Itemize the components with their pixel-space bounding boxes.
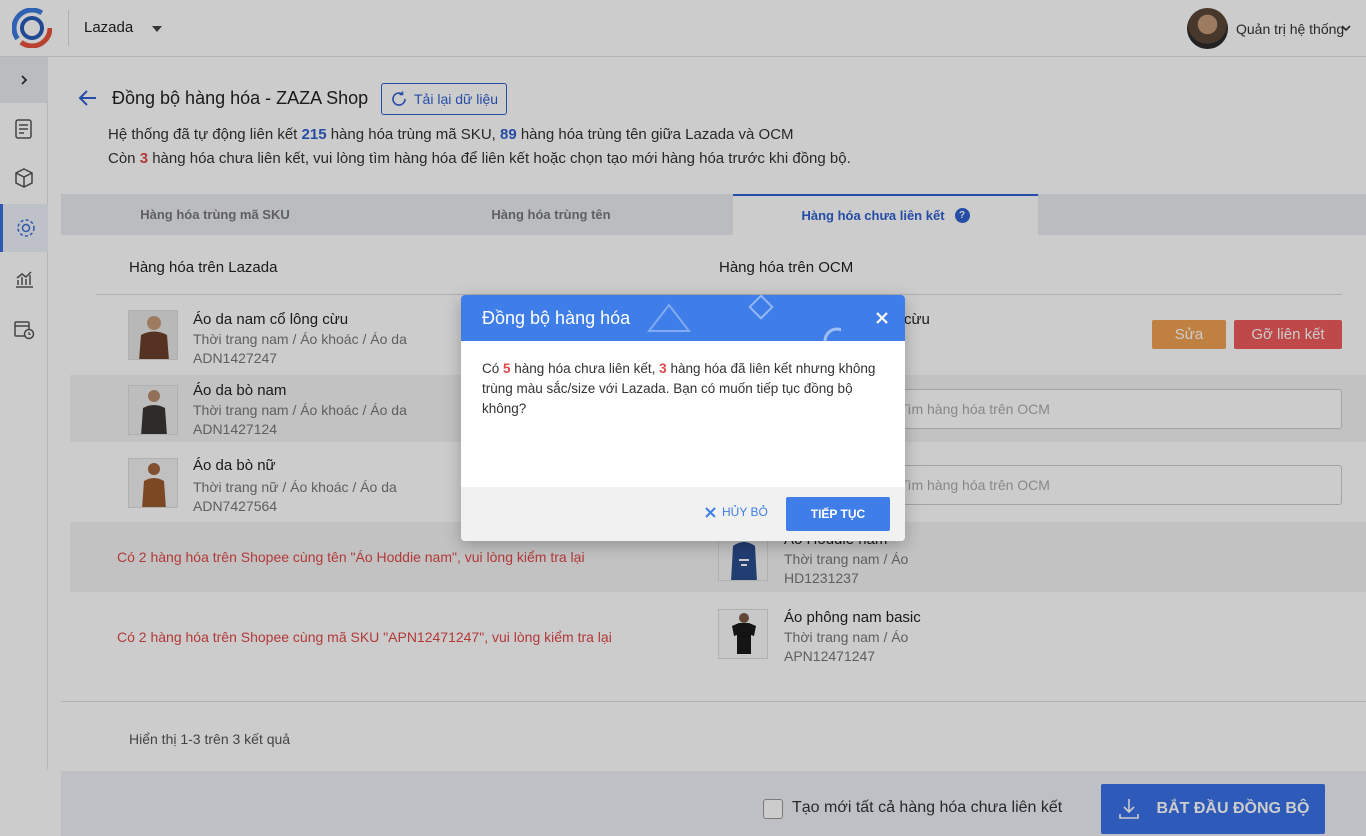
message-prefix: Có (482, 361, 504, 376)
close-icon (705, 506, 716, 518)
sync-confirm-dialog: Đồng bộ hàng hóa Có 5 hàng hóa chưa liên… (461, 295, 905, 541)
message-mid: hàng hóa chưa liên kết, (510, 361, 660, 376)
dialog-title: Đồng bộ hàng hóa (482, 308, 631, 328)
mismatch-count: 3 (659, 361, 667, 376)
cancel-button[interactable]: HỦY BỎ (705, 505, 768, 519)
dialog-header: Đồng bộ hàng hóa (461, 295, 905, 341)
close-icon[interactable] (875, 311, 889, 325)
cancel-label: HỦY BỎ (722, 505, 768, 519)
continue-button[interactable]: TIẾP TỤC (786, 497, 890, 531)
dialog-message: Có 5 hàng hóa chưa liên kết, 3 hàng hóa … (482, 359, 882, 419)
decorative-shapes-icon (646, 295, 841, 341)
unlinked-count: 5 (503, 361, 511, 376)
